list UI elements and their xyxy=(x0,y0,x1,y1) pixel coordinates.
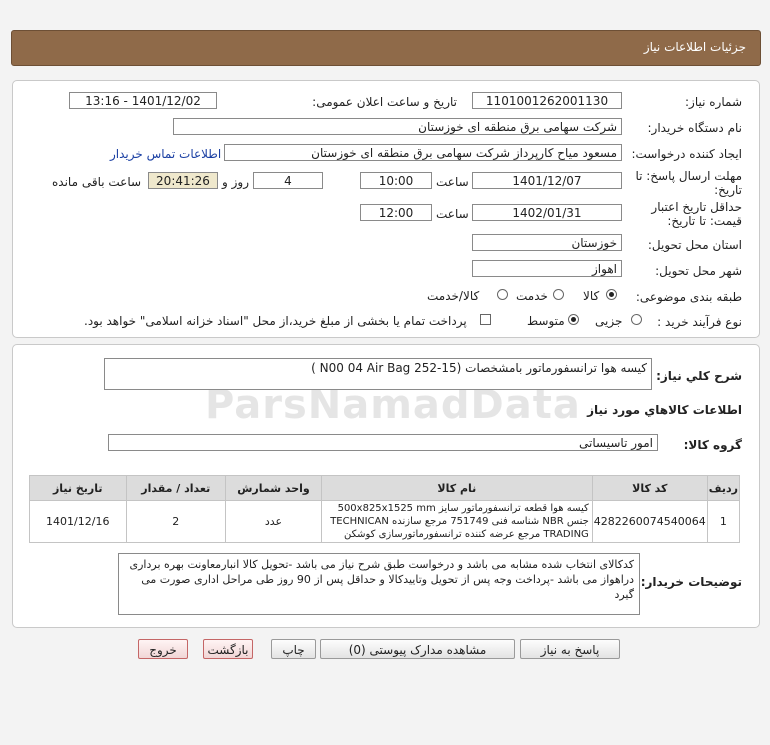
view-attachments-button[interactable]: مشاهده مدارک پیوستی (0) xyxy=(320,639,515,659)
deadline-date-field: 1401/12/07 xyxy=(472,172,622,189)
goods-info-title: اطلاعات کالاهاي مورد نياز xyxy=(587,403,742,417)
buyer-notes-label: توضیحات خریدار: xyxy=(640,575,742,589)
process-medium-radio[interactable] xyxy=(568,314,579,325)
general-description-label: شرح کلي نياز: xyxy=(656,369,742,383)
print-button[interactable]: چاپ xyxy=(271,639,316,659)
reply-button[interactable]: پاسخ به نیاز xyxy=(520,639,620,659)
category-service-label: خدمت xyxy=(516,289,548,303)
general-description-field: کیسه هوا ترانسفورماتور بامشخصات (15-252 … xyxy=(104,358,652,390)
category-goods-radio[interactable] xyxy=(606,289,617,300)
col-index: ردیف xyxy=(706,475,741,501)
process-medium-label: متوسط xyxy=(527,314,565,328)
category-both-label: کالا/خدمت xyxy=(427,289,480,303)
deadline-time-label: ساعت xyxy=(436,175,469,189)
row-index: 1 xyxy=(706,500,741,543)
row-unit: عدد xyxy=(225,500,322,543)
category-label: طبقه بندی موضوعی: xyxy=(635,290,742,304)
days-label: روز و xyxy=(222,175,249,189)
page-header: جزئیات اطلاعات نیاز xyxy=(11,30,761,66)
remaining-time-field: 20:41:26 xyxy=(148,172,218,189)
items-table-header: ردیف کد کالا نام کالا واحد شمارش تعداد /… xyxy=(29,475,741,501)
goods-group-label: گروه کالا: xyxy=(683,438,742,452)
announce-label: تاریخ و ساعت اعلان عمومی: xyxy=(312,95,457,109)
back-button[interactable]: بازگشت xyxy=(203,639,253,659)
requester-field: مسعود میاح کارپرداز شرکت سهامی برق منطقه… xyxy=(224,144,622,161)
city-label: شهر محل تحویل: xyxy=(655,264,742,278)
deadline-label: مهلت ارسال پاسخ: تا xyxy=(635,169,742,183)
items-table: ردیف کد کالا نام کالا واحد شمارش تعداد /… xyxy=(29,475,741,543)
exit-button[interactable]: خروج xyxy=(138,639,188,659)
row-code: 4282260074540064 xyxy=(591,500,708,543)
goods-group-field: امور تاسیساتی xyxy=(108,434,658,451)
province-label: استان محل تحویل: xyxy=(647,238,742,252)
category-both-radio[interactable] xyxy=(497,289,508,300)
buyer-label: نام دستگاه خریدار: xyxy=(647,121,743,135)
buyer-contact-link[interactable]: اطلاعات تماس خریدار xyxy=(110,147,221,161)
col-code: کد کالا xyxy=(591,475,708,501)
table-row: 1 4282260074540064 کیسه هوا قطعه ترانسفو… xyxy=(29,500,741,543)
validity-label-date: قیمت: تا تاریخ: xyxy=(667,214,742,228)
buyer-field: شرکت سهامی برق منطقه ای خوزستان xyxy=(173,118,622,135)
remaining-label: ساعت باقی مانده xyxy=(52,175,142,189)
treasury-payment-note: پرداخت تمام یا بخشی از مبلغ خرید،از محل … xyxy=(84,314,467,328)
validity-time-label: ساعت xyxy=(436,207,469,221)
requester-label: ایجاد کننده درخواست: xyxy=(631,147,742,161)
process-minor-label: جزیی xyxy=(595,314,623,328)
category-goods-label: کالا xyxy=(583,289,600,303)
announce-field: 1401/12/02 - 13:16 xyxy=(69,92,217,109)
province-field: خوزستان xyxy=(472,234,622,251)
need-number-field: 1101001262001130 xyxy=(472,92,622,109)
row-date: 1401/12/16 xyxy=(29,500,127,543)
process-label: نوع فرآیند خرید : xyxy=(657,315,742,329)
days-field: 4 xyxy=(253,172,323,189)
col-unit: واحد شمارش xyxy=(225,475,322,501)
validity-label: حداقل تاریخ اعتبار xyxy=(651,200,742,214)
treasury-payment-checkbox[interactable] xyxy=(480,314,491,325)
page-title: جزئیات اطلاعات نیاز xyxy=(643,40,746,54)
category-service-radio[interactable] xyxy=(553,289,564,300)
row-name: کیسه هوا قطعه ترانسفورماتور سایز 500x825… xyxy=(320,500,593,543)
buyer-notes-field: کدکالای انتخاب شده مشابه می باشد و درخوا… xyxy=(118,553,640,615)
process-minor-radio[interactable] xyxy=(631,314,642,325)
validity-date-field: 1402/01/31 xyxy=(472,204,622,221)
col-quantity: تعداد / مقدار xyxy=(125,475,227,501)
validity-time-field: 12:00 xyxy=(360,204,432,221)
row-quantity: 2 xyxy=(125,500,227,543)
deadline-time-field: 10:00 xyxy=(360,172,432,189)
need-number-label: شماره نیاز: xyxy=(685,95,742,109)
city-field: اهواز xyxy=(472,260,622,277)
col-date: تاریخ نیاز xyxy=(29,475,127,501)
deadline-label-date: تاریخ: xyxy=(714,183,742,197)
col-name: نام کالا xyxy=(320,475,593,501)
